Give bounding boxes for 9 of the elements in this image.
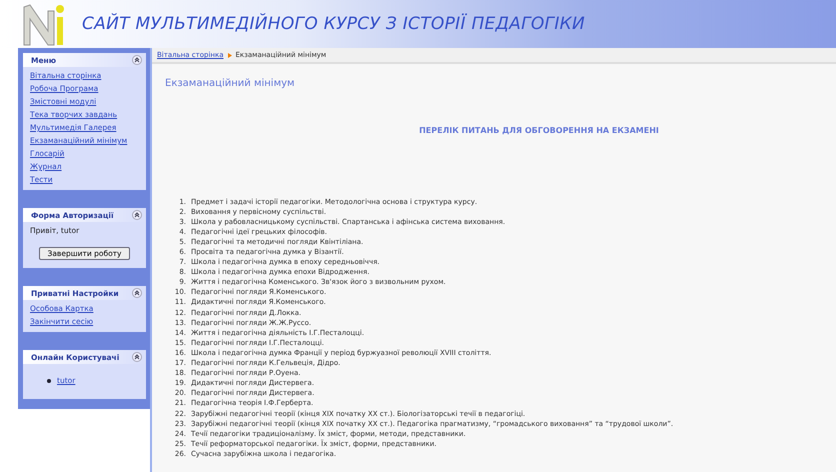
arrow-icon: [228, 52, 232, 58]
section-heading: ПЕРЕЛІК ПИТАНЬ ДЛЯ ОБГОВОРЕННЯ НА ЕКЗАМЕНІ: [418, 126, 660, 135]
page-title: Екзаманаційний мінімум: [165, 78, 296, 89]
collapse-icon[interactable]: [132, 210, 142, 220]
collapse-icon[interactable]: [132, 288, 142, 298]
collapse-icon[interactable]: [132, 352, 142, 362]
collapse-icon[interactable]: [132, 55, 142, 65]
site-title: САЙТ МУЛЬТИМЕДІЙНОГО КУРСУ З ІСТОРІЇ ПЕДАГОГІКИ: [82, 14, 586, 34]
bullet-icon: [47, 378, 51, 382]
